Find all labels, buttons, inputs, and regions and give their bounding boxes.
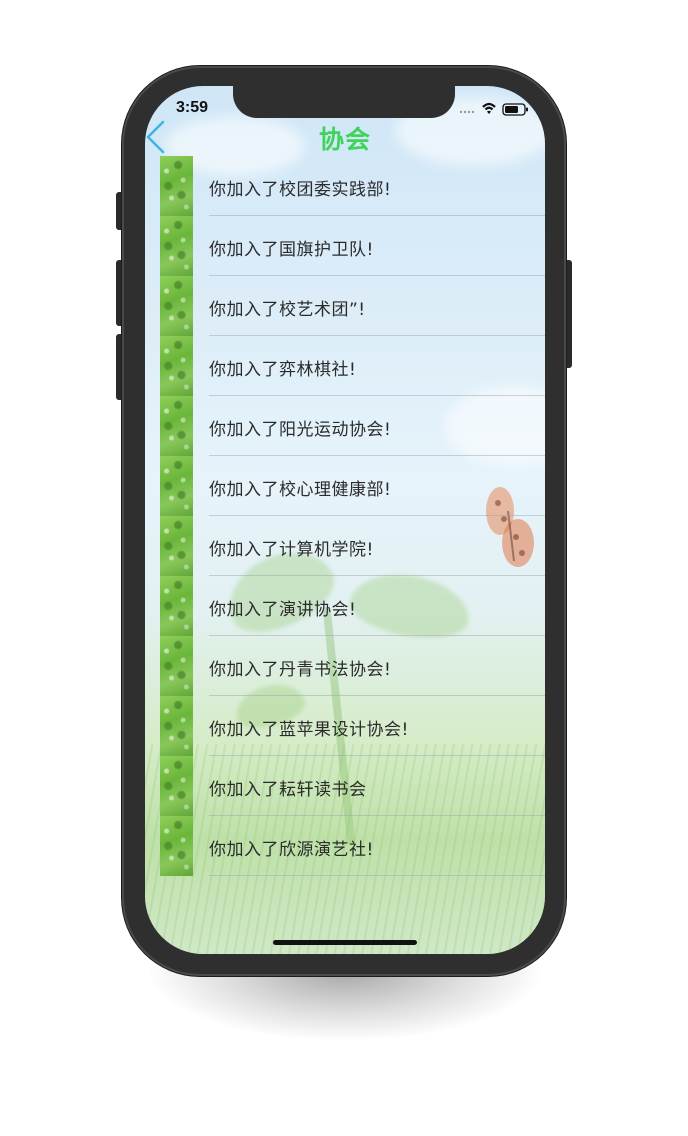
navigation-bar: 协会 [145, 118, 545, 156]
list-item[interactable]: 你加入了蓝苹果设计协会! [160, 696, 545, 756]
page-title: 协会 [318, 125, 371, 154]
list-item[interactable]: 你加入了演讲协会! [160, 576, 545, 636]
device-mockup: 3:59 协会 你加入了校团委实践部! 你加入了国旗护卫队! 你加入了校艺术团”… [0, 0, 688, 1136]
grass-thumbnail [160, 576, 193, 636]
list-item[interactable]: 你加入了国旗护卫队! [160, 216, 545, 276]
home-indicator[interactable] [273, 940, 417, 945]
grass-thumbnail [160, 216, 193, 276]
grass-thumbnail [160, 516, 193, 576]
list-item[interactable]: 你加入了计算机学院! [160, 516, 545, 576]
list-item[interactable]: 你加入了校团委实践部! [160, 156, 545, 216]
list-item-label: 你加入了校心理健康部! [209, 480, 392, 500]
status-time: 3:59 [176, 99, 209, 116]
list-item-label: 你加入了弈林棋社! [209, 360, 357, 380]
list-item[interactable]: 你加入了阳光运动协会! [160, 396, 545, 456]
grass-thumbnail [160, 156, 193, 216]
list-item-label: 你加入了丹青书法协会! [209, 660, 392, 680]
list-item[interactable]: 你加入了校艺术团”! [160, 276, 545, 336]
list-item[interactable]: 你加入了耘轩读书会 [160, 756, 545, 816]
list-item[interactable]: 你加入了弈林棋社! [160, 336, 545, 396]
association-list: 你加入了校团委实践部! 你加入了国旗护卫队! 你加入了校艺术团”! 你加入了弈林… [160, 156, 545, 876]
list-item-label: 你加入了蓝苹果设计协会! [209, 720, 409, 740]
list-item[interactable]: 你加入了校心理健康部! [160, 456, 545, 516]
list-item-label: 你加入了校团委实践部! [209, 180, 392, 200]
list-item[interactable]: 你加入了丹青书法协会! [160, 636, 545, 696]
grass-thumbnail [160, 276, 193, 336]
list-item-label: 你加入了校艺术团”! [209, 300, 366, 320]
battery-icon [502, 103, 528, 116]
grass-thumbnail [160, 756, 193, 816]
grass-thumbnail [160, 636, 193, 696]
list-item-label: 你加入了演讲协会! [209, 600, 357, 620]
grass-thumbnail [160, 816, 193, 876]
grass-thumbnail [160, 696, 193, 756]
list-item-label: 你加入了耘轩读书会 [209, 780, 367, 800]
list-item-label: 你加入了计算机学院! [209, 540, 374, 560]
cellular-signal-icon [459, 110, 475, 114]
status-indicators [459, 102, 528, 116]
grass-thumbnail [160, 336, 193, 396]
grass-thumbnail [160, 396, 193, 456]
row-divider [209, 875, 545, 876]
list-item-label: 你加入了阳光运动协会! [209, 420, 392, 440]
grass-thumbnail [160, 456, 193, 516]
list-item[interactable]: 你加入了欣源演艺社! [160, 816, 545, 876]
screen-notch [233, 86, 455, 118]
wifi-icon [482, 102, 496, 114]
list-item-label: 你加入了欣源演艺社! [209, 840, 374, 860]
list-item-label: 你加入了国旗护卫队! [209, 240, 374, 260]
